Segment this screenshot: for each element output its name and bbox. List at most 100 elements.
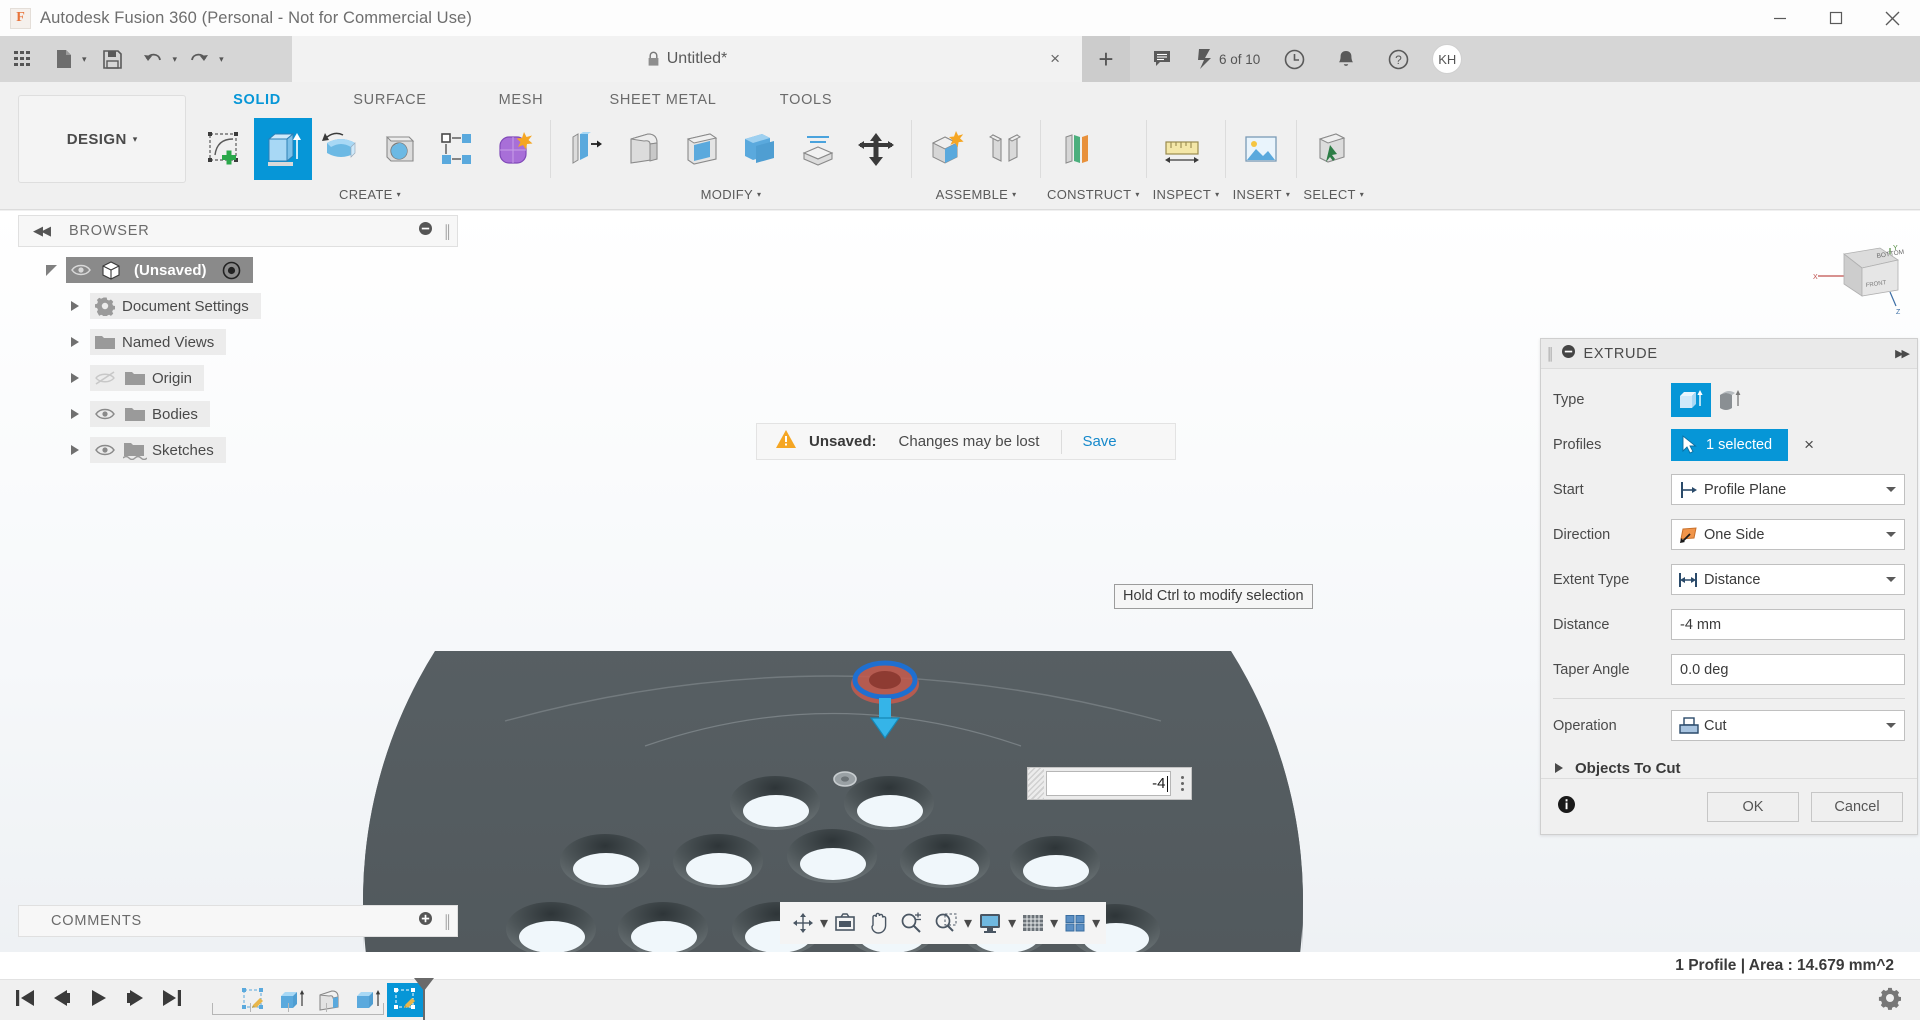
new-file-icon[interactable] (46, 36, 80, 82)
expand-arrow-open-icon[interactable] (36, 264, 66, 276)
eye-icon[interactable] (90, 443, 120, 457)
tree-item-sketches[interactable]: Sketches (90, 437, 226, 463)
panel-select-label[interactable]: SELECT ▾ (1303, 180, 1364, 208)
panel-construct-label[interactable]: CONSTRUCT ▾ (1047, 180, 1140, 208)
tree-item-document-settings[interactable]: Document Settings (90, 293, 261, 319)
chevron-down-icon[interactable] (1886, 723, 1896, 728)
input-options-icon[interactable] (1173, 776, 1191, 791)
direction-dropdown[interactable]: One Side (1671, 519, 1905, 550)
tab-solid[interactable]: SOLID (196, 92, 318, 114)
construction-plane-tool[interactable] (1047, 118, 1105, 180)
zoom-dropdown-caret[interactable]: ▾ (964, 913, 972, 933)
info-icon[interactable] (1557, 795, 1576, 819)
tab-surface[interactable]: SURFACE (318, 92, 462, 114)
panel-create-label[interactable]: CREATE ▾ (196, 180, 544, 208)
tree-row-named-views[interactable]: Named Views (18, 324, 458, 360)
panel-modify-label[interactable]: MODIFY ▾ (557, 180, 905, 208)
zoom-icon[interactable] (894, 902, 928, 944)
cancel-button[interactable]: Cancel (1811, 791, 1903, 822)
distance-field[interactable]: -4 mm (1671, 609, 1905, 640)
eye-icon[interactable] (90, 407, 120, 421)
close-tab-icon[interactable]: × (1050, 49, 1060, 69)
joint-tool[interactable] (976, 118, 1034, 180)
undo-icon[interactable] (135, 36, 171, 82)
move-copy-tool[interactable] (847, 118, 905, 180)
type-solid-button[interactable] (1671, 382, 1711, 417)
tree-item-origin[interactable]: Origin (90, 365, 205, 391)
look-at-icon[interactable] (828, 902, 862, 944)
tab-mesh[interactable]: MESH (462, 92, 580, 114)
document-tab[interactable]: Untitled* × (292, 36, 1082, 82)
viewports-dropdown-caret[interactable]: ▾ (1092, 913, 1100, 933)
chevron-down-icon[interactable] (1886, 532, 1896, 537)
panel-resize-grip[interactable]: ║ (443, 224, 452, 239)
help-icon[interactable]: ? (1374, 36, 1422, 82)
combine-tool[interactable] (731, 118, 789, 180)
taper-angle-field[interactable]: 0.0 deg (1671, 654, 1905, 685)
go-to-start-icon[interactable] (14, 988, 35, 1013)
close-icon[interactable] (1864, 0, 1920, 36)
tree-item-named-views[interactable]: Named Views (90, 329, 227, 355)
view-cube[interactable]: X Y Z BOTTOM FRONT (1810, 240, 1905, 320)
expand-arrow-icon[interactable] (60, 301, 90, 311)
new-tab-button[interactable]: + (1082, 36, 1130, 82)
chevron-down-icon[interactable] (1886, 577, 1896, 582)
expand-arrow-icon[interactable] (60, 445, 90, 455)
eye-hidden-icon[interactable] (90, 370, 120, 386)
distance-input-overlay[interactable]: -4 (1027, 767, 1192, 800)
extrude-tool[interactable] (254, 118, 312, 180)
minimize-icon[interactable] (1752, 0, 1808, 36)
grid-dropdown-caret[interactable]: ▾ (1050, 913, 1058, 933)
clear-selection-icon[interactable]: × (1804, 435, 1814, 455)
extrude-dialog-header[interactable]: ║ EXTRUDE ▶▶ (1541, 339, 1917, 369)
chevron-down-icon[interactable] (1886, 487, 1896, 492)
insert-image-tool[interactable] (1232, 118, 1290, 180)
revolve-tool[interactable] (312, 118, 370, 180)
fillet-tool[interactable] (615, 118, 673, 180)
expand-right-icon[interactable]: ▶▶ (1895, 347, 1910, 360)
orbit-dropdown-caret[interactable]: ▾ (820, 913, 828, 933)
gear-icon[interactable] (1878, 986, 1902, 1015)
tree-row-document-settings[interactable]: Document Settings (18, 288, 458, 324)
go-to-end-icon[interactable] (162, 988, 183, 1013)
zoom-window-icon[interactable] (928, 902, 964, 944)
redo-icon[interactable] (181, 36, 217, 82)
maximize-icon[interactable] (1808, 0, 1864, 36)
expand-arrow-icon[interactable] (60, 337, 90, 347)
panel-inspect-label[interactable]: INSPECT ▾ (1153, 180, 1220, 208)
profiles-select-button[interactable]: 1 selected (1671, 428, 1789, 461)
extrude-offset-handle[interactable] (832, 766, 858, 792)
minus-circle-icon[interactable] (1561, 344, 1576, 364)
extrude-manipulator[interactable] (830, 656, 940, 746)
eye-icon[interactable] (66, 263, 96, 277)
expand-arrow-icon[interactable] (60, 373, 90, 383)
panel-resize-grip[interactable]: ║ (443, 914, 452, 929)
dialog-drag-grip[interactable]: ║ (1546, 347, 1554, 361)
play-icon[interactable] (88, 988, 109, 1013)
workspace-switcher[interactable]: DESIGN ▾ (18, 95, 186, 183)
type-surface-button[interactable] (1711, 383, 1751, 417)
create-form-tool[interactable] (486, 118, 544, 180)
create-sketch-tool[interactable] (196, 118, 254, 180)
save-link[interactable]: Save (1082, 433, 1116, 450)
select-tool[interactable] (1303, 118, 1361, 180)
offset-face-tool[interactable] (789, 118, 847, 180)
tab-tools[interactable]: TOOLS (746, 92, 866, 114)
timeline-marker[interactable] (413, 977, 435, 1020)
sweep-tool[interactable] (370, 118, 428, 180)
orbit-icon[interactable] (786, 902, 820, 944)
display-dropdown-caret[interactable]: ▾ (1008, 913, 1016, 933)
notifications-bell-icon[interactable] (1322, 36, 1370, 82)
step-back-icon[interactable] (51, 988, 72, 1013)
start-dropdown[interactable]: Profile Plane (1671, 474, 1905, 505)
save-icon[interactable] (91, 36, 135, 82)
collapse-left-icon[interactable]: ◀◀ (33, 223, 51, 239)
tab-sheet-metal[interactable]: SHEET METAL (580, 92, 746, 114)
tree-row-sketches[interactable]: Sketches (18, 432, 458, 468)
viewports-icon[interactable] (1058, 902, 1092, 944)
minus-circle-icon[interactable] (418, 221, 433, 241)
panel-assemble-label[interactable]: ASSEMBLE ▾ (918, 180, 1034, 208)
activate-radio-icon[interactable] (217, 261, 247, 280)
new-file-dropdown-caret[interactable]: ▾ (82, 54, 87, 65)
drag-grip-icon[interactable] (1028, 768, 1044, 799)
